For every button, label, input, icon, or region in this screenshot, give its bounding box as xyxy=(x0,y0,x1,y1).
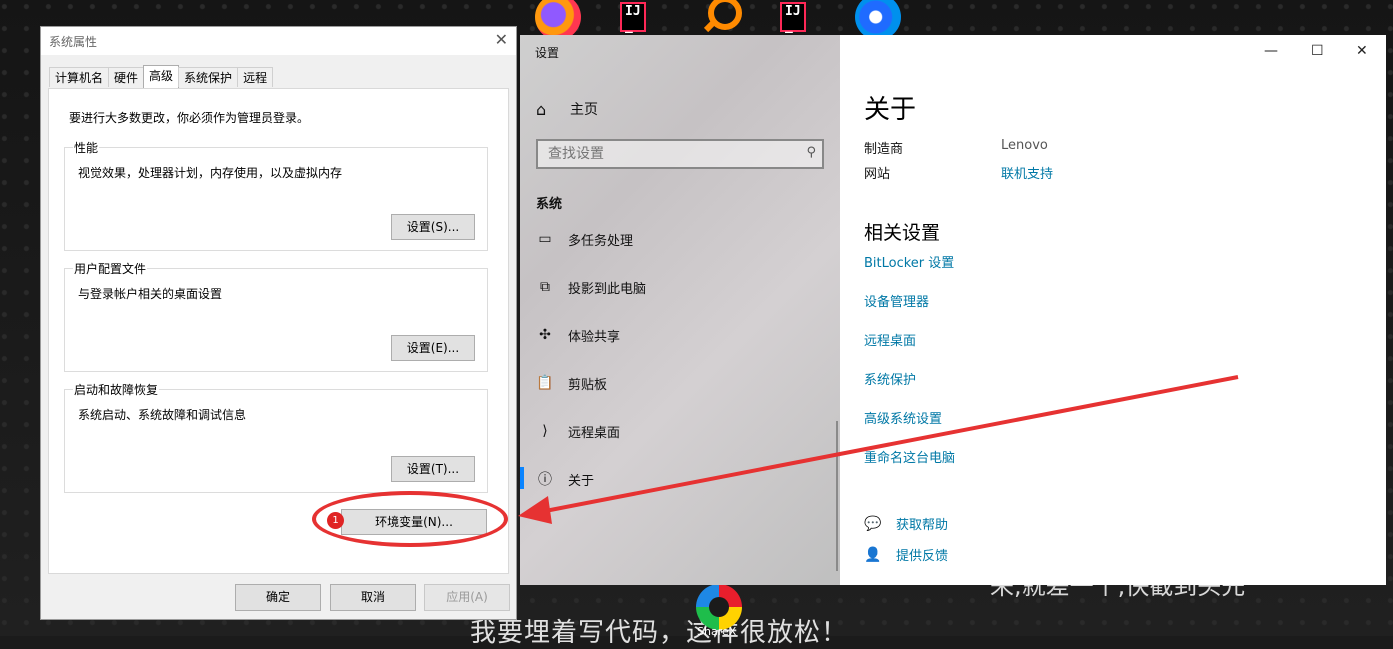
user-profiles-settings-button[interactable]: 设置(E)... xyxy=(391,335,475,361)
feedback-link[interactable]: 👤 提供反馈 xyxy=(864,545,949,565)
remote-desktop-icon: ⟩ xyxy=(542,423,548,439)
nav-home[interactable]: ⌂ 主页 xyxy=(536,97,598,121)
startup-recovery-desc: 系统启动、系统故障和调试信息 xyxy=(78,408,247,422)
advanced-system-settings-link[interactable]: 高级系统设置 xyxy=(864,408,942,427)
page-title: 关于 xyxy=(864,95,917,125)
nav-section-title: 系统 xyxy=(536,197,563,212)
nav-item-clipboard[interactable]: 📋 剪贴板 xyxy=(536,371,607,395)
performance-title: 性能 xyxy=(73,139,100,156)
nav-item-label: 投影到此电脑 xyxy=(568,281,647,297)
desktop-caption: 我要埋着写代码，这样很放松！ xyxy=(470,618,849,648)
website-label: 网站 xyxy=(864,167,891,182)
dialog-title: 系统属性 xyxy=(49,35,98,49)
maximize-icon[interactable]: ☐ xyxy=(1311,43,1324,59)
manufacturer-label: 制造商 xyxy=(864,142,904,157)
nav-item-label: 远程桌面 xyxy=(568,425,621,441)
tab-advanced[interactable]: 高级 xyxy=(143,65,180,88)
advanced-panel: 要进行大多数更改，你必须作为管理员登录。 性能 视觉效果，处理器计划，内存使用，… xyxy=(48,88,509,574)
tab-system-protection[interactable]: 系统保护 xyxy=(178,67,239,87)
related-settings-title: 相关设置 xyxy=(864,222,941,244)
sharex-icon[interactable] xyxy=(696,584,742,630)
tab-strip: 计算机名 硬件 高级 系统保护 远程 xyxy=(49,65,274,89)
settings-search[interactable]: ⚲ xyxy=(536,139,824,169)
tab-computer-name[interactable]: 计算机名 xyxy=(49,67,110,87)
ok-button[interactable]: 确定 xyxy=(235,584,321,611)
system-properties-dialog: 系统属性 ✕ 计算机名 硬件 高级 系统保护 远程 要进行大多数更改，你必须作为… xyxy=(40,26,517,620)
project-icon: ⧉ xyxy=(540,279,550,295)
support-link[interactable]: 联机支持 xyxy=(1001,163,1053,182)
nav-item-project[interactable]: ⧉ 投影到此电脑 xyxy=(536,275,646,299)
tab-hardware[interactable]: 硬件 xyxy=(108,67,145,87)
settings-window: 设置 ⌂ 主页 ⚲ 系统 ▭ 多任务处理 ⧉ 投影到此电脑 ✣ 体验共享 📋 剪… xyxy=(520,35,1386,585)
nav-item-label: 剪贴板 xyxy=(568,377,608,393)
system-protection-link[interactable]: 系统保护 xyxy=(864,369,916,388)
feedback-label: 提供反馈 xyxy=(896,549,949,564)
close-icon[interactable]: ✕ xyxy=(1356,43,1368,59)
nav-home-label: 主页 xyxy=(570,102,598,118)
nav-item-label: 多任务处理 xyxy=(568,233,634,249)
info-icon: ⓘ xyxy=(538,472,552,488)
device-manager-link[interactable]: 设备管理器 xyxy=(864,291,929,310)
nav-item-multitasking[interactable]: ▭ 多任务处理 xyxy=(536,227,633,251)
search-tool-icon[interactable] xyxy=(700,0,742,34)
nav-item-label: 关于 xyxy=(568,473,595,489)
remote-desktop-link[interactable]: 远程桌面 xyxy=(864,330,916,349)
feedback-icon: 👤 xyxy=(864,546,882,563)
nav-item-shared-experience[interactable]: ✣ 体验共享 xyxy=(536,323,620,347)
intellij-icon[interactable]: IJ _ xyxy=(612,0,656,38)
tab-remote[interactable]: 远程 xyxy=(237,67,274,87)
step-badge: 1 xyxy=(327,512,344,529)
performance-group: 性能 视觉效果，处理器计划，内存使用，以及虚拟内存 设置(S)... xyxy=(64,139,488,251)
minimize-icon[interactable]: — xyxy=(1264,43,1278,59)
nav-item-remote-desktop[interactable]: ⟩ 远程桌面 xyxy=(536,419,620,443)
user-profiles-title: 用户配置文件 xyxy=(73,260,148,277)
cancel-button[interactable]: 取消 xyxy=(330,584,416,611)
clipboard-icon: 📋 xyxy=(536,375,554,391)
sharex-label: ShareX xyxy=(697,625,737,638)
get-help-link[interactable]: 💬 获取帮助 xyxy=(864,514,949,534)
home-icon: ⌂ xyxy=(536,99,547,119)
user-profiles-desc: 与登录帐户相关的桌面设置 xyxy=(78,287,223,301)
performance-desc: 视觉效果，处理器计划，内存使用，以及虚拟内存 xyxy=(78,166,343,180)
intellij-icon-2[interactable]: IJ _ xyxy=(772,0,816,38)
dialog-titlebar: 系统属性 ✕ xyxy=(41,27,516,55)
settings-content: — ☐ ✕ 关于 制造商 Lenovo 网站 联机支持 相关设置 BitLock… xyxy=(840,35,1386,585)
startup-recovery-settings-button[interactable]: 设置(T)... xyxy=(391,456,475,482)
selection-indicator xyxy=(520,467,524,489)
manufacturer-value: Lenovo xyxy=(1001,138,1048,153)
nav-item-about[interactable]: ⓘ 关于 xyxy=(536,467,594,491)
rename-pc-link[interactable]: 重命名这台电脑 xyxy=(864,447,955,466)
share-icon: ✣ xyxy=(539,327,551,343)
nav-scrollbar[interactable] xyxy=(836,421,838,571)
nav-item-label: 体验共享 xyxy=(568,329,621,345)
get-help-label: 获取帮助 xyxy=(896,518,949,533)
apply-button[interactable]: 应用(A) xyxy=(424,584,510,611)
bitlocker-link[interactable]: BitLocker 设置 xyxy=(864,252,954,271)
chat-help-icon: 💬 xyxy=(864,515,882,532)
search-input[interactable] xyxy=(546,145,800,163)
settings-nav: 设置 ⌂ 主页 ⚲ 系统 ▭ 多任务处理 ⧉ 投影到此电脑 ✣ 体验共享 📋 剪… xyxy=(520,35,840,585)
performance-settings-button[interactable]: 设置(S)... xyxy=(391,214,475,240)
startup-recovery-title: 启动和故障恢复 xyxy=(73,381,160,398)
search-icon: ⚲ xyxy=(806,145,816,160)
user-profiles-group: 用户配置文件 与登录帐户相关的桌面设置 设置(E)... xyxy=(64,260,488,372)
close-icon[interactable]: ✕ xyxy=(495,30,508,49)
startup-recovery-group: 启动和故障恢复 系统启动、系统故障和调试信息 设置(T)... xyxy=(64,381,488,493)
multitask-icon: ▭ xyxy=(538,231,552,247)
admin-warning: 要进行大多数更改，你必须作为管理员登录。 xyxy=(69,111,310,125)
settings-title: 设置 xyxy=(535,46,560,60)
